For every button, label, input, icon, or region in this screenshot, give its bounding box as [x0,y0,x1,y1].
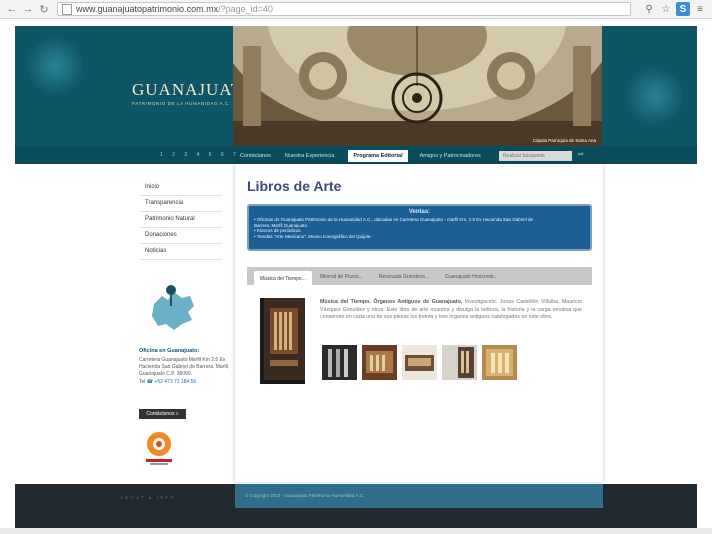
office-phone: Tel ☎ +52 473 73 184 56 [139,379,234,385]
book-cover[interactable] [260,298,305,384]
star-icon[interactable]: ☆ [659,2,673,16]
tab-contactanos[interactable]: Contáctanos [240,153,271,159]
phone-number[interactable]: +52 473 73 184 56 [154,379,196,385]
book-tabs: Música del Tiempo... Mineral de Pozos...… [247,267,592,285]
location-map-icon [144,282,200,334]
tab-amigos-patrocinadores[interactable]: Amigos y Patrocinadores [420,153,481,159]
partner-logo[interactable] [144,430,174,468]
search-input[interactable] [499,151,572,161]
forward-icon[interactable]: → [21,2,35,16]
tab-nuestra-experiencia[interactable]: Nuestra Experiencia [285,153,335,159]
sidebar-item-noticias[interactable]: Noticias [140,244,222,260]
menu-icon[interactable]: ≡ [693,2,707,16]
sales-info-box: Ventas: • Oficinas de Guanajuato Patrimo… [247,204,592,251]
sales-heading: Ventas: [408,209,431,215]
sidebar-item-transparencia[interactable]: Transparencia [140,196,222,212]
book-title: Música del Tiempo. Órganos Antiguos de G… [320,299,463,305]
hero-caption: Cúpula Parroquia de Santa Ana [532,138,596,143]
sidebar-nav: Inicio Transparencia Patrimonio Natural … [140,180,222,260]
hero-image: Cúpula Parroquia de Santa Ana [233,26,602,146]
tab-musica-del-tiempo[interactable]: Música del Tiempo... [254,271,312,285]
top-navigation: Contáctanos Nuestra Experiencia Programa… [240,150,495,162]
office-title: Oficina en Guanajuato: [139,348,200,354]
pager[interactable]: 1 2 3 4 5 6 7 [160,152,240,158]
tab-mineral-de-pozos[interactable]: Mineral de Pozos... [312,274,371,285]
thumbnail-gallery [322,345,522,380]
tab-guanajuato-horizonte[interactable]: Guanajuato Horizonte... [437,274,506,285]
phone-icon: ☎ [146,379,154,385]
url-host: www.guanajuatopatrimonio.com.mx [76,4,219,14]
gallery-thumbnail[interactable] [442,345,477,380]
contact-button[interactable]: Contáctenos » [139,409,186,419]
tab-resonada-grandeza[interactable]: Resonada Grandeza... [371,274,437,285]
back-icon[interactable]: ← [5,2,19,16]
footer-left-text: ABOUT & INFO [120,495,176,500]
book-description: Música del Tiempo. Órganos Antiguos de G… [320,299,582,322]
address-bar[interactable]: www.guanajuatopatrimonio.com.mx/?page_id… [57,2,631,16]
sidebar-item-donaciones[interactable]: Donaciones [140,228,222,244]
gallery-thumbnail[interactable] [362,345,397,380]
url-path: /?page_id=40 [218,4,273,14]
tab-programa-editorial[interactable]: Programa Editorial [348,150,408,162]
office-address: Carretera Guanajuato Marfil Km 2.5 Ex Ha… [139,357,230,377]
dome-illustration [233,26,602,146]
browser-toolbar: ← → ↻ www.guanajuatopatrimonio.com.mx/?p… [0,0,712,19]
bottom-strip [0,528,712,534]
page-icon [62,3,72,15]
gallery-thumbnail[interactable] [322,345,357,380]
phone-label: Tel [139,379,146,385]
sales-line: • Tiendas "Arte Mexicano", Museo Iconogr… [254,233,372,239]
office-info: Oficina en Guanajuato: Carretera Guanaju… [139,348,234,385]
footer-copyright: © Copyright 2013 - Guanajuato Patrimonio… [245,493,365,498]
search-icon[interactable]: ⇨ [578,150,588,161]
extension-icon[interactable]: S [676,2,690,16]
zoom-icon[interactable]: ⚲ [642,2,656,16]
sidebar-item-inicio[interactable]: Inicio [140,180,222,196]
gallery-thumbnail[interactable] [402,345,437,380]
sidebar-item-patrimonio-natural[interactable]: Patrimonio Natural [140,212,222,228]
gallery-thumbnail[interactable] [482,345,517,380]
page-title: Libros de Arte [247,178,342,194]
reload-icon[interactable]: ↻ [37,2,51,16]
